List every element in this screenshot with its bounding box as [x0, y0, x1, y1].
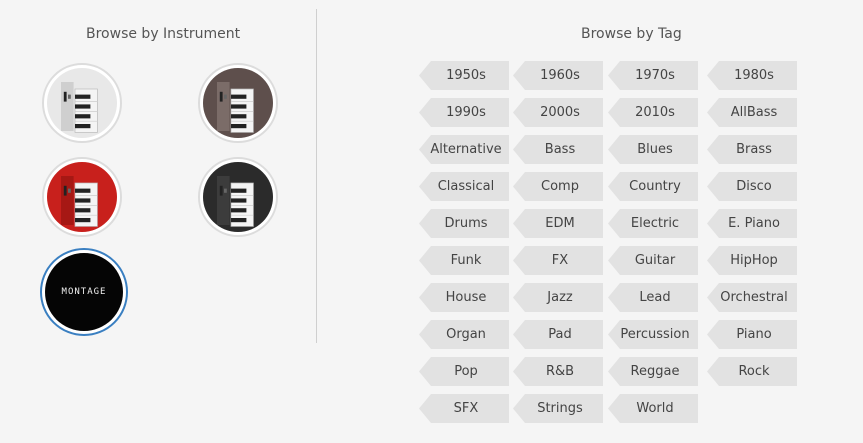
tag-label: 1970s	[635, 68, 675, 83]
tag-1950s[interactable]: 1950s	[419, 61, 509, 90]
tag-label: Bass	[544, 142, 576, 157]
tag-label: E. Piano	[728, 216, 780, 231]
tag-label: 1950s	[446, 68, 486, 83]
tag-sfx[interactable]: SFX	[419, 394, 509, 423]
tag-brass[interactable]: Brass	[707, 135, 797, 164]
montage-logo: MONTAGE	[61, 287, 107, 297]
tag-electric[interactable]: Electric	[608, 209, 698, 238]
tag-comp[interactable]: Comp	[513, 172, 603, 201]
tag-label: Organ	[446, 327, 486, 342]
tag-label: FX	[551, 253, 569, 268]
tag-2010s[interactable]: 2010s	[608, 98, 698, 127]
tag-funk[interactable]: Funk	[419, 246, 509, 275]
tag-label: World	[636, 401, 674, 416]
tag-alternative[interactable]: Alternative	[419, 135, 509, 164]
tag-label: Alternative	[430, 142, 502, 157]
tag-label: AllBass	[730, 105, 778, 120]
tag-label: Reggae	[630, 364, 680, 379]
tag-e-piano[interactable]: E. Piano	[707, 209, 797, 238]
tag-strings[interactable]: Strings	[513, 394, 603, 423]
instrument-black-keyboard[interactable]	[198, 157, 278, 237]
instrument-white-keyboard[interactable]	[42, 63, 122, 143]
tag-label: Guitar	[634, 253, 676, 268]
tag-label: House	[445, 290, 487, 305]
tag-label: Piano	[736, 327, 772, 342]
tag-orchestral[interactable]: Orchestral	[707, 283, 797, 312]
tag-rock[interactable]: Rock	[707, 357, 797, 386]
section-divider	[316, 9, 317, 343]
tag-label: Pop	[454, 364, 478, 379]
tag-label: 1980s	[734, 68, 774, 83]
tag-allbass[interactable]: AllBass	[707, 98, 797, 127]
tag-label: Jazz	[547, 290, 573, 305]
tag-1970s[interactable]: 1970s	[608, 61, 698, 90]
tag-jazz[interactable]: Jazz	[513, 283, 603, 312]
tag-country[interactable]: Country	[608, 172, 698, 201]
tag-pad[interactable]: Pad	[513, 320, 603, 349]
tag-hiphop[interactable]: HipHop	[707, 246, 797, 275]
tag-r-b[interactable]: R&B	[513, 357, 603, 386]
instrument-image	[47, 162, 117, 232]
tag-label: R&B	[545, 364, 575, 379]
tag-1960s[interactable]: 1960s	[513, 61, 603, 90]
tag-label: Electric	[630, 216, 680, 231]
tag-reggae[interactable]: Reggae	[608, 357, 698, 386]
tag-label: Funk	[450, 253, 482, 268]
tag-organ[interactable]: Organ	[419, 320, 509, 349]
tag-bass[interactable]: Bass	[513, 135, 603, 164]
tag-blues[interactable]: Blues	[608, 135, 698, 164]
tag-classical[interactable]: Classical	[419, 172, 509, 201]
tag-label: SFX	[453, 401, 479, 416]
instrument-image: MONTAGE	[45, 253, 123, 331]
instrument-montage[interactable]: MONTAGE	[40, 248, 128, 336]
tag-1980s[interactable]: 1980s	[707, 61, 797, 90]
tag-guitar[interactable]: Guitar	[608, 246, 698, 275]
tag-label: Rock	[738, 364, 770, 379]
tag-label: EDM	[545, 216, 575, 231]
tag-label: Pad	[548, 327, 572, 342]
tag-piano[interactable]: Piano	[707, 320, 797, 349]
tag-drums[interactable]: Drums	[419, 209, 509, 238]
tag-label: HipHop	[730, 253, 778, 268]
instrument-image	[47, 68, 117, 138]
tag-fx[interactable]: FX	[513, 246, 603, 275]
tag-label: Country	[629, 179, 681, 194]
tag-label: Comp	[541, 179, 579, 194]
tag-label: 2010s	[635, 105, 675, 120]
instrument-image	[203, 162, 273, 232]
tag-world[interactable]: World	[608, 394, 698, 423]
tag-label: 1990s	[446, 105, 486, 120]
tag-label: 1960s	[540, 68, 580, 83]
tag-percussion[interactable]: Percussion	[608, 320, 698, 349]
tag-label: Disco	[736, 179, 772, 194]
tag-edm[interactable]: EDM	[513, 209, 603, 238]
tag-label: Brass	[736, 142, 772, 157]
browse-by-tag-heading: Browse by Tag	[581, 26, 682, 42]
tag-label: Orchestral	[720, 290, 788, 305]
instrument-mocha-keyboard[interactable]	[198, 63, 278, 143]
browse-by-instrument-heading: Browse by Instrument	[86, 26, 241, 42]
tag-pop[interactable]: Pop	[419, 357, 509, 386]
tag-label: Percussion	[620, 327, 690, 342]
tag-house[interactable]: House	[419, 283, 509, 312]
tag-1990s[interactable]: 1990s	[419, 98, 509, 127]
instrument-image	[203, 68, 273, 138]
tag-label: Drums	[444, 216, 488, 231]
tag-disco[interactable]: Disco	[707, 172, 797, 201]
tag-label: Classical	[437, 179, 495, 194]
tag-label: Blues	[637, 142, 673, 157]
tag-label: Strings	[537, 401, 583, 416]
tag-label: Lead	[639, 290, 671, 305]
instrument-red-keyboard[interactable]	[42, 157, 122, 237]
tag-lead[interactable]: Lead	[608, 283, 698, 312]
tag-label: 2000s	[540, 105, 580, 120]
tag-2000s[interactable]: 2000s	[513, 98, 603, 127]
